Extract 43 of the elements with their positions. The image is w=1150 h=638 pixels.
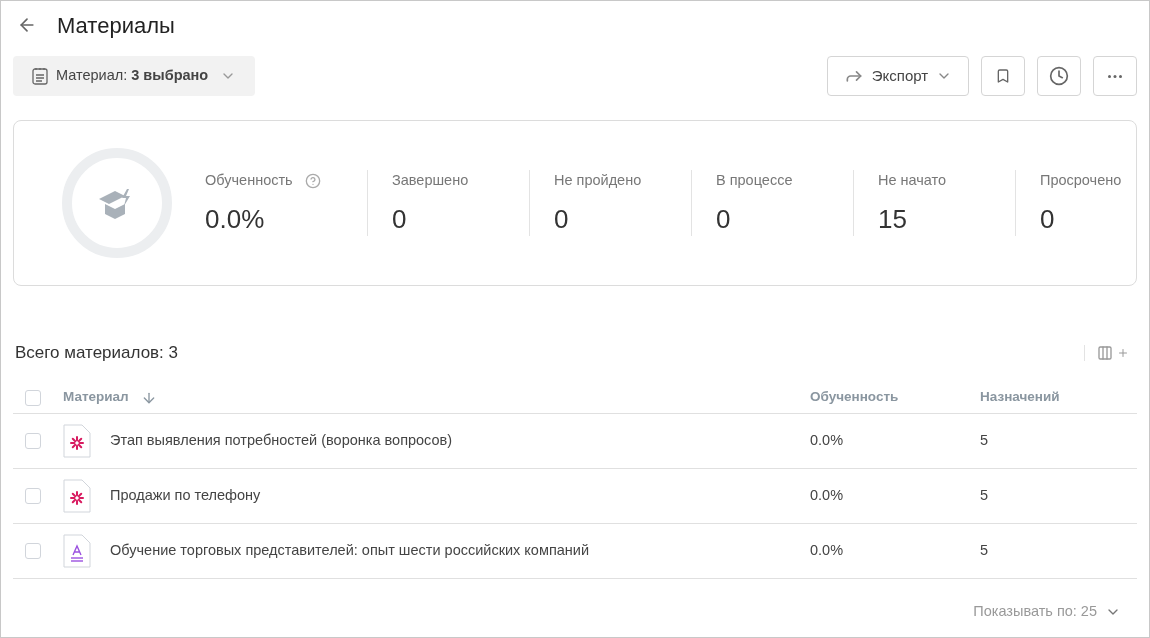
bookmark-button[interactable] bbox=[981, 56, 1025, 96]
export-button[interactable]: Экспорт bbox=[827, 56, 969, 96]
stat-value: 0 bbox=[392, 205, 408, 232]
assignments-cell-text: 5 bbox=[980, 431, 989, 451]
material-name[interactable]: Этап выявления потребностей (воронка вопросов) bbox=[110, 430, 453, 452]
progress-cell-text: 0.0% bbox=[810, 431, 845, 451]
checkbox[interactable] bbox=[25, 389, 41, 406]
graduation-cap-icon bbox=[99, 189, 130, 219]
stat-label: Не пройдено bbox=[554, 171, 642, 190]
page-title: Материалы bbox=[57, 11, 175, 40]
columns-icon[interactable] bbox=[1097, 345, 1113, 361]
more-button[interactable] bbox=[1093, 56, 1137, 96]
stat-label: Обученность bbox=[205, 171, 293, 190]
burst-file-icon bbox=[63, 479, 91, 513]
stat-value: 0 bbox=[554, 205, 570, 232]
clock-icon bbox=[1049, 66, 1069, 86]
stat-label: Просрочено bbox=[1040, 171, 1122, 190]
checkbox[interactable] bbox=[25, 543, 41, 559]
total-count: Всего материалов: 3 bbox=[14, 342, 179, 365]
stat-value: 0.0% bbox=[205, 205, 266, 232]
checkbox[interactable] bbox=[25, 433, 41, 449]
more-icon bbox=[1108, 74, 1122, 78]
text-file-icon bbox=[63, 534, 91, 568]
burst-file-icon bbox=[63, 424, 91, 458]
assignments-cell-text: 5 bbox=[980, 541, 989, 561]
plus-icon[interactable] bbox=[1117, 347, 1129, 359]
checkbox[interactable] bbox=[25, 488, 41, 504]
stat-value: 0 bbox=[1040, 205, 1056, 232]
stat-label: Не начато bbox=[878, 171, 947, 190]
bookmark-icon bbox=[995, 68, 1011, 84]
assignments-cell-text: 5 bbox=[980, 486, 989, 506]
progress-cell-text: 0.0% bbox=[810, 486, 845, 506]
stat-value: 0 bbox=[716, 205, 732, 232]
stat-value: 15 bbox=[878, 205, 908, 232]
progress-cell-text: 0.0% bbox=[810, 541, 845, 561]
material-name[interactable]: Обучение торговых представителей: опыт шести российских компаний bbox=[110, 540, 590, 562]
material-filter-dropdown[interactable]: Материал: 3 выбрано bbox=[13, 56, 256, 96]
help-icon[interactable] bbox=[304, 172, 321, 189]
notepad-icon bbox=[32, 67, 48, 85]
stat-label: Завершено bbox=[392, 171, 469, 190]
history-button[interactable] bbox=[1037, 56, 1081, 96]
stat-label: В процессе bbox=[716, 171, 793, 190]
material-name[interactable]: Продажи по телефону bbox=[110, 485, 261, 507]
